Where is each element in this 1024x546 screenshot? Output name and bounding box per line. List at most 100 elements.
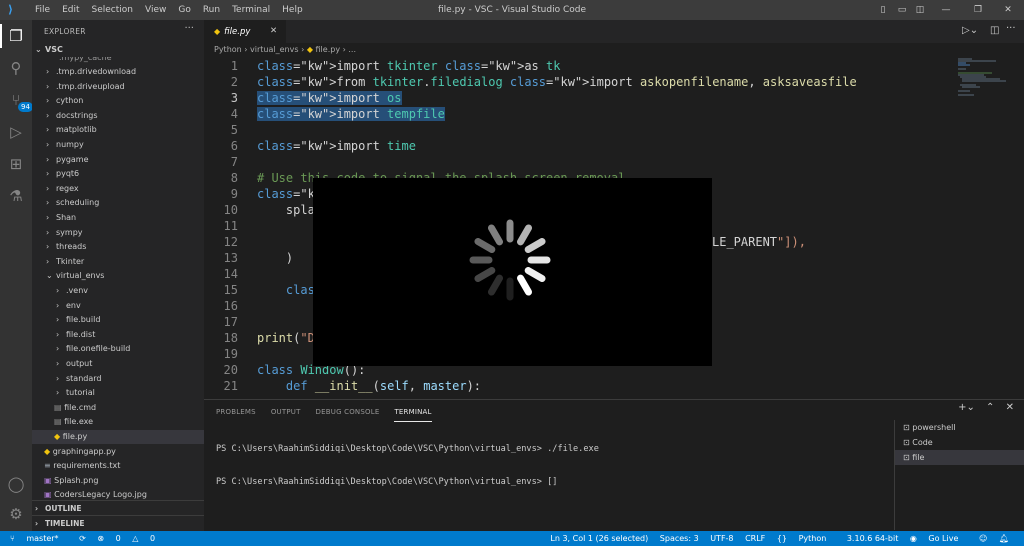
sync-icon[interactable]: ⟳ bbox=[79, 534, 86, 543]
chevron-right-icon: › bbox=[56, 359, 60, 368]
tree-item[interactable]: › .venv bbox=[32, 284, 204, 298]
chevron-right-icon: › bbox=[56, 315, 60, 325]
tree-item[interactable]: ◆ file.py bbox=[32, 430, 204, 444]
account-icon[interactable]: ◯ bbox=[4, 472, 28, 496]
tree-item[interactable]: ◆ graphingapp.py bbox=[32, 445, 204, 459]
timeline-section[interactable]: › TIMELINE bbox=[32, 515, 204, 531]
terminal-output[interactable]: PS C:\Users\RaahimSiddiqi\Desktop\Code\V… bbox=[216, 422, 599, 510]
chevron-right-icon: › bbox=[56, 286, 60, 295]
menu-help[interactable]: Help bbox=[276, 0, 309, 20]
tree-item[interactable]: › regex bbox=[32, 182, 204, 196]
tab-problems[interactable]: PROBLEMS bbox=[216, 404, 256, 422]
tree-item[interactable]: › file.onefile-build bbox=[32, 342, 204, 356]
encoding[interactable]: UTF-8 bbox=[710, 534, 733, 543]
indentation[interactable]: Spaces: 3 bbox=[660, 534, 699, 543]
breadcrumb-file[interactable]: file.py bbox=[316, 45, 341, 54]
breadcrumb-virtual-envs[interactable]: virtual_envs bbox=[250, 45, 298, 54]
tree-item[interactable]: › Shan bbox=[32, 211, 204, 225]
maximize-panel-icon[interactable]: ⌃ bbox=[986, 402, 994, 413]
tree-item[interactable]: › scheduling bbox=[32, 196, 204, 210]
warning-icon: △ bbox=[132, 534, 141, 543]
restore-icon[interactable]: ❐ bbox=[968, 0, 988, 20]
tree-item[interactable]: › .tmp.drivedownload bbox=[32, 65, 204, 79]
menu-run[interactable]: Run bbox=[197, 0, 226, 20]
tree-item[interactable]: › cython bbox=[32, 94, 204, 108]
close-panel-icon[interactable]: ✕ bbox=[1006, 402, 1014, 413]
tree-item[interactable]: ▤ file.cmd bbox=[32, 401, 204, 415]
run-python-icon[interactable]: ▷⌄ bbox=[962, 25, 978, 36]
tree-item[interactable]: ⌄ virtual_envs bbox=[32, 269, 204, 283]
toggle-panel-icon[interactable]: ▭ bbox=[892, 0, 912, 20]
split-editor-icon[interactable]: ◫ bbox=[990, 25, 999, 36]
branch-status[interactable]: ⑂ master* bbox=[10, 534, 68, 543]
close-tab-icon[interactable]: ✕ bbox=[270, 20, 277, 43]
tab-file-py[interactable]: ◆ file.py ✕ bbox=[204, 20, 286, 43]
spinner-bar bbox=[517, 224, 532, 246]
breadcrumb-symbols[interactable]: ... bbox=[348, 45, 356, 54]
source-control-icon[interactable]: ⑂ 94 bbox=[4, 88, 33, 112]
menu-edit[interactable]: Edit bbox=[56, 0, 85, 20]
cursor-position[interactable]: Ln 3, Col 1 (26 selected) bbox=[550, 534, 648, 543]
tree-item[interactable]: › numpy bbox=[32, 138, 204, 152]
tree-item[interactable]: › file.dist bbox=[32, 328, 204, 342]
menu-view[interactable]: View bbox=[139, 0, 172, 20]
panel-actions: +⌄ ⌃ ✕ bbox=[950, 402, 1014, 413]
search-icon[interactable]: ⚲ bbox=[4, 56, 28, 80]
tree-item[interactable]: › pygame bbox=[32, 153, 204, 167]
terminal-line: PS C:\Users\RaahimSiddiqi\Desktop\Code\V… bbox=[216, 477, 558, 487]
tree-item[interactable]: › output bbox=[32, 357, 204, 371]
vscode-logo-icon: ⟩ bbox=[8, 3, 14, 16]
menu-selection[interactable]: Selection bbox=[86, 0, 139, 20]
tree-item[interactable]: › sympy bbox=[32, 226, 204, 240]
terminal-item-powershell[interactable]: ⊡ powershell bbox=[895, 420, 1024, 435]
breadcrumb-python[interactable]: Python bbox=[214, 45, 242, 54]
menu-file[interactable]: File bbox=[29, 0, 56, 20]
binary-file-icon: ▤ bbox=[54, 417, 65, 427]
run-debug-icon[interactable]: ▷ bbox=[4, 120, 28, 144]
testing-icon[interactable]: ⚗ bbox=[4, 184, 28, 208]
line-number: 9 bbox=[230, 187, 238, 201]
chevron-right-icon: › bbox=[46, 81, 50, 91]
tab-debug-console[interactable]: DEBUG CONSOLE bbox=[316, 404, 380, 422]
notifications-bell-icon[interactable]: 🔔︎ bbox=[999, 534, 1009, 543]
chevron-down-icon: ⌄ bbox=[46, 271, 53, 281]
minimize-icon[interactable]: — bbox=[936, 0, 956, 20]
tree-item[interactable]: › docstrings bbox=[32, 109, 204, 123]
tree-item[interactable]: › pyqt6 bbox=[32, 167, 204, 181]
language-mode[interactable]: {} Python bbox=[777, 534, 835, 543]
line-ending[interactable]: CRLF bbox=[745, 534, 765, 543]
tree-item[interactable]: › env bbox=[32, 299, 204, 313]
problems-status[interactable]: ⊗ 0 △ 0 bbox=[97, 534, 164, 543]
terminal-item-code[interactable]: ⊡ Code bbox=[895, 435, 1024, 450]
tree-item[interactable]: › matplotlib bbox=[32, 123, 204, 137]
tree-item[interactable]: › standard bbox=[32, 372, 204, 386]
tree-item[interactable]: ▤ file.exe bbox=[32, 415, 204, 429]
close-window-icon[interactable]: ✕ bbox=[998, 0, 1018, 20]
menu-terminal[interactable]: Terminal bbox=[226, 0, 276, 20]
minimap[interactable] bbox=[956, 57, 1012, 97]
settings-gear-icon[interactable]: ⚙ bbox=[4, 502, 28, 526]
tree-item[interactable]: › .tmp.driveupload bbox=[32, 80, 204, 94]
go-live-button[interactable]: ◉ Go Live bbox=[910, 534, 968, 543]
menu-go[interactable]: Go bbox=[172, 0, 196, 20]
tree-item[interactable]: › threads bbox=[32, 240, 204, 254]
tree-item[interactable]: ▣ Splash.png bbox=[32, 474, 204, 488]
workspace-root[interactable]: ⌄ VSC bbox=[32, 43, 204, 57]
split-layout-icon[interactable]: ◫ bbox=[910, 0, 930, 20]
more-actions-icon[interactable]: ··· bbox=[1006, 23, 1016, 34]
extensions-icon[interactable]: ⊞ bbox=[4, 152, 28, 176]
tab-terminal[interactable]: TERMINAL bbox=[394, 404, 432, 422]
new-terminal-icon[interactable]: +⌄ bbox=[958, 402, 975, 413]
python-interpreter[interactable]: 3.10.6 64-bit bbox=[847, 534, 899, 543]
more-actions-icon[interactable]: ··· bbox=[184, 23, 194, 34]
tree-item[interactable]: ≡ requirements.txt bbox=[32, 459, 204, 473]
feedback-icon[interactable]: ☺ bbox=[979, 534, 987, 543]
tree-item[interactable]: › file.build bbox=[32, 313, 204, 327]
terminal-item-file[interactable]: ⊡ file bbox=[895, 450, 1024, 465]
tree-item[interactable]: › Tkinter bbox=[32, 255, 204, 269]
toggle-sidebar-icon[interactable]: ▯ bbox=[873, 0, 893, 20]
outline-section[interactable]: › OUTLINE bbox=[32, 500, 204, 516]
explorer-icon[interactable]: ❐ bbox=[0, 24, 28, 48]
tree-item[interactable]: › tutorial bbox=[32, 386, 204, 400]
tab-output[interactable]: OUTPUT bbox=[271, 404, 301, 422]
